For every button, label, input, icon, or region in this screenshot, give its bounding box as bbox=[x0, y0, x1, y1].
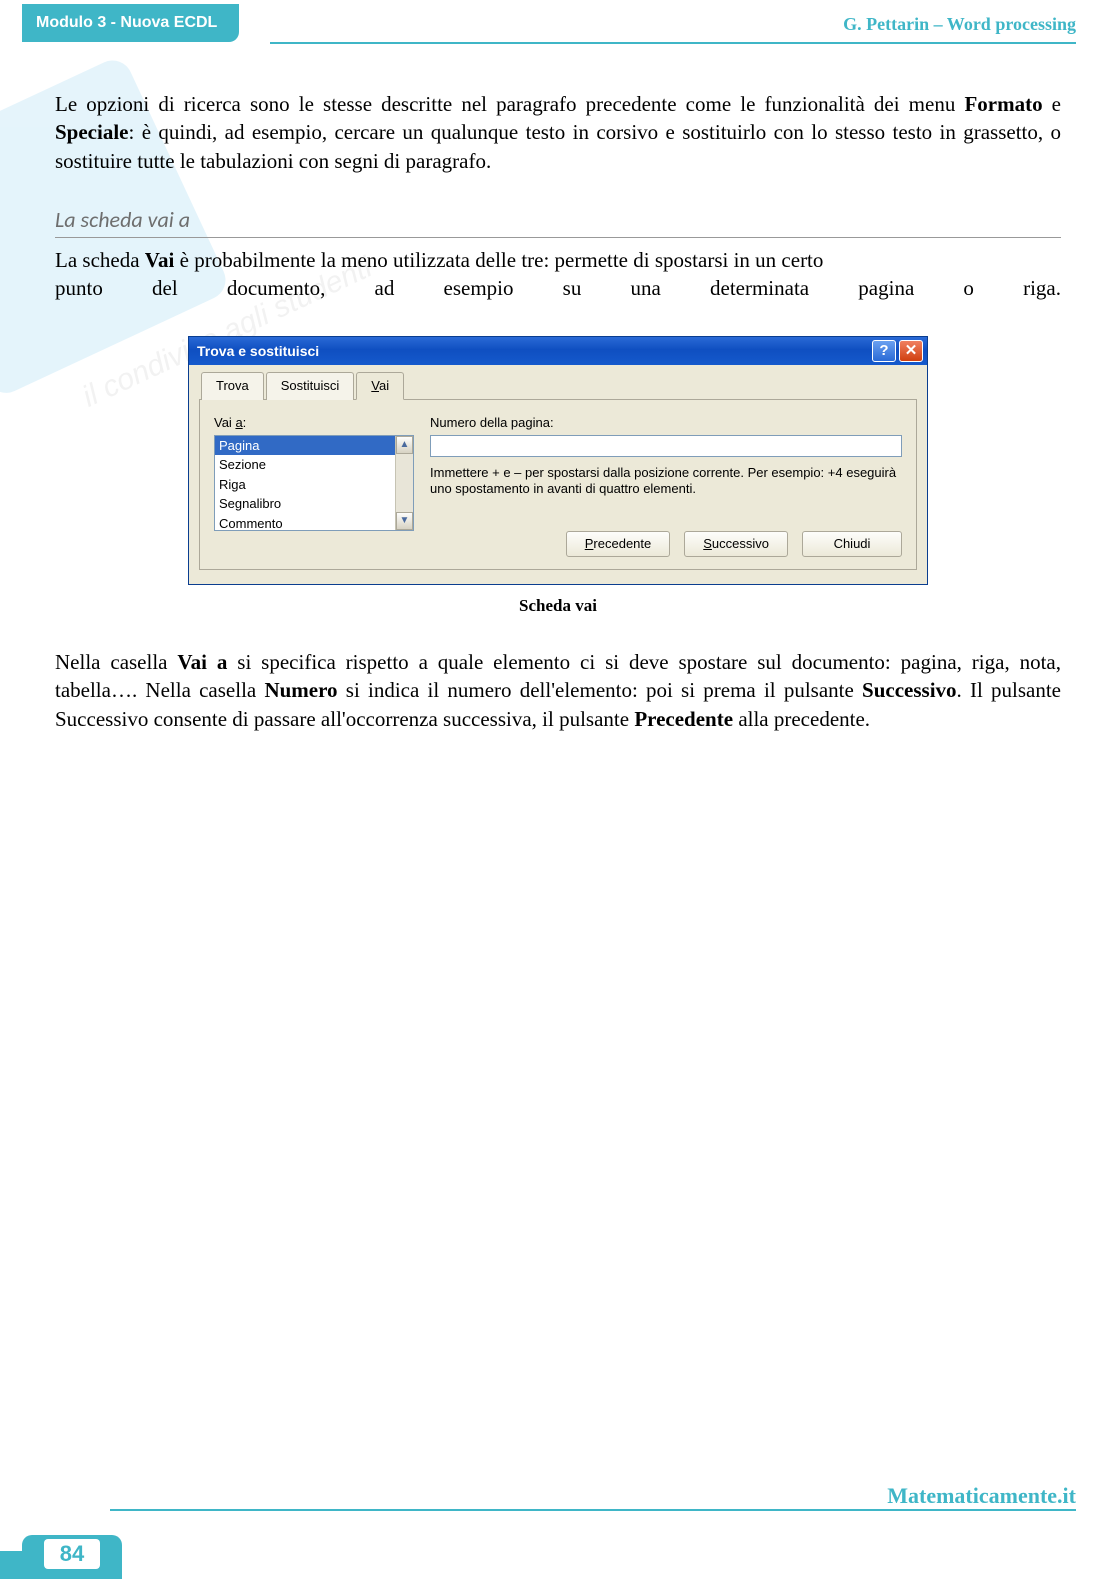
bold-successivo: Successivo bbox=[862, 678, 957, 702]
chiudi-button[interactable]: Chiudi bbox=[802, 531, 902, 557]
footer-rule bbox=[110, 1509, 1076, 1511]
text: è probabilmente la meno utilizzata delle… bbox=[174, 248, 823, 272]
bold-vai-a: Vai a bbox=[177, 650, 227, 674]
list-item[interactable]: Segnalibro bbox=[215, 494, 395, 514]
tab-label-u: V bbox=[371, 378, 379, 393]
tab-vai[interactable]: Vai bbox=[356, 372, 404, 400]
scroll-up-icon[interactable]: ▲ bbox=[396, 436, 413, 454]
tab-sostituisci[interactable]: Sostituisci bbox=[266, 372, 355, 400]
tab-trova[interactable]: Trova bbox=[201, 372, 264, 400]
text: La scheda bbox=[55, 248, 145, 272]
bold-numero: Numero bbox=[264, 678, 337, 702]
numero-label: Numero della pagina: bbox=[430, 414, 902, 432]
dialog-tabs: Trova Sostituisci Vai bbox=[199, 371, 917, 400]
page-number: 84 bbox=[44, 1539, 100, 1569]
vai-paragraph-line2: punto del documento, ad esempio su una d… bbox=[55, 274, 1061, 302]
find-replace-dialog: Trova e sostituisci ? ✕ Trova Sostituisc… bbox=[188, 336, 928, 585]
bold-formato: Formato bbox=[964, 92, 1042, 116]
text: e bbox=[1043, 92, 1061, 116]
tab-label: Trova bbox=[216, 378, 249, 393]
vai-paragraph: La scheda Vai è probabilmente la meno ut… bbox=[55, 246, 1061, 274]
header-rule bbox=[270, 42, 1076, 44]
author-title: G. Pettarin – Word processing bbox=[843, 14, 1076, 35]
footer-band bbox=[0, 1551, 22, 1579]
hint-text: Immettere + e – per spostarsi dalla posi… bbox=[430, 465, 902, 498]
text: alla precedente. bbox=[733, 707, 870, 731]
successivo-button[interactable]: Successivo bbox=[684, 531, 788, 557]
page-number-wrap: 84 bbox=[22, 1535, 122, 1579]
list-item[interactable]: Pagina bbox=[215, 436, 395, 456]
list-item[interactable]: Commento bbox=[215, 514, 395, 530]
text: : è quindi, ad esempio, cercare un qualu… bbox=[55, 120, 1061, 172]
numero-input[interactable] bbox=[430, 435, 902, 457]
bold-vai: Vai bbox=[145, 248, 175, 272]
intro-paragraph: Le opzioni di ricerca sono le stesse des… bbox=[55, 90, 1061, 175]
vai-a-label: Vai a: bbox=[214, 414, 414, 432]
footer-site: Matematicamente.it bbox=[887, 1483, 1076, 1509]
text: Nella casella bbox=[55, 650, 177, 674]
module-label: Modulo 3 - Nuova ECDL bbox=[22, 4, 239, 42]
tab-label-rest: ai bbox=[379, 378, 389, 393]
precedente-button[interactable]: Precedente bbox=[566, 531, 671, 557]
tab-panel-vai: Vai a: Pagina Sezione Riga Segnalibro Co… bbox=[199, 400, 917, 570]
bold-speciale: Speciale bbox=[55, 120, 129, 144]
figure-caption: Scheda vai bbox=[55, 595, 1061, 618]
explain-paragraph: Nella casella Vai a si specifica rispett… bbox=[55, 648, 1061, 733]
scroll-down-icon[interactable]: ▼ bbox=[396, 512, 413, 530]
text: Le opzioni di ricerca sono le stesse des… bbox=[55, 92, 964, 116]
text: si indica il numero dell'elemento: poi s… bbox=[338, 678, 862, 702]
section-heading-vai-a: La scheda vai a bbox=[55, 205, 1061, 238]
dialog-titlebar[interactable]: Trova e sostituisci ? ✕ bbox=[189, 337, 927, 365]
close-icon[interactable]: ✕ bbox=[899, 340, 923, 362]
page-header: Modulo 3 - Nuova ECDL G. Pettarin – Word… bbox=[0, 0, 1116, 50]
list-item[interactable]: Sezione bbox=[215, 455, 395, 475]
page-content: Le opzioni di ricerca sono le stesse des… bbox=[0, 50, 1116, 733]
page-footer: Matematicamente.it 84 bbox=[0, 1509, 1116, 1579]
scrollbar[interactable]: ▲ ▼ bbox=[395, 436, 413, 530]
help-icon[interactable]: ? bbox=[872, 340, 896, 362]
list-item[interactable]: Riga bbox=[215, 475, 395, 495]
tab-label: Sostituisci bbox=[281, 378, 340, 393]
bold-precedente: Precedente bbox=[634, 707, 733, 731]
dialog-figure: Trova e sostituisci ? ✕ Trova Sostituisc… bbox=[188, 336, 928, 585]
vai-a-listbox[interactable]: Pagina Sezione Riga Segnalibro Commento … bbox=[214, 435, 414, 531]
dialog-title: Trova e sostituisci bbox=[197, 342, 319, 361]
